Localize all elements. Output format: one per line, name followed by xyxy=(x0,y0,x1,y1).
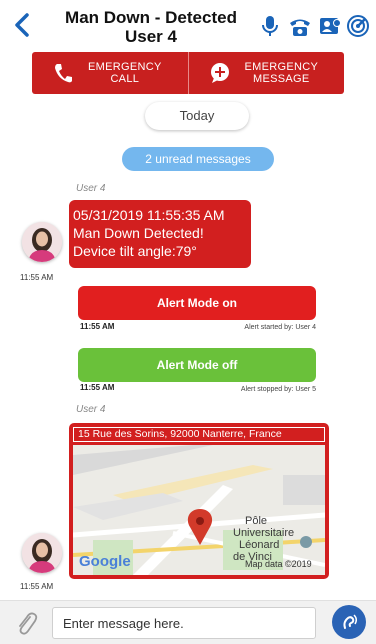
top-bar: Man Down - Detected User 4 xyxy=(0,0,376,50)
map-view[interactable]: Pôle Universitaire Léonard de Vinci Goog… xyxy=(73,445,325,575)
message-sender: User 4 xyxy=(76,183,106,194)
alert-mode-on-button[interactable]: Alert Mode on xyxy=(78,286,316,320)
radar-icon[interactable] xyxy=(346,14,370,38)
unread-banner[interactable]: 2 unread messages xyxy=(122,147,274,171)
alert-time: 11:55 AM xyxy=(80,383,115,392)
message-sender: User 4 xyxy=(76,404,106,415)
emergency-call-button[interactable]: EMERGENCY CALL xyxy=(32,52,188,94)
alert-note: Alert started by: User 4 xyxy=(244,324,316,331)
map-poi-line: Pôle xyxy=(245,515,268,527)
map-poi-line: Universitaire xyxy=(233,527,295,539)
microphone-icon[interactable] xyxy=(258,14,282,38)
emergency-message-line2: MESSAGE xyxy=(253,73,310,85)
map-poi-label: Pôle Universitaire Léonard de Vinci xyxy=(233,515,294,563)
back-chevron-icon[interactable] xyxy=(12,12,38,40)
emergency-message-label: EMERGENCY MESSAGE xyxy=(245,61,319,85)
title-line-2: User 4 xyxy=(125,27,177,46)
emergency-message-button[interactable]: EMERGENCY MESSAGE xyxy=(187,52,345,94)
paperclip-icon[interactable] xyxy=(14,609,38,637)
location-address: 15 Rue des Sorins, 92000 Nanterre, Franc… xyxy=(73,427,325,442)
map-attribution: Map data ©2019 xyxy=(245,559,312,569)
google-logo: Google xyxy=(79,553,131,570)
message-composer xyxy=(0,600,376,644)
conference-phone-icon[interactable] xyxy=(288,14,312,38)
location-message-card[interactable]: 15 Rue des Sorins, 92000 Nanterre, Franc… xyxy=(69,423,329,579)
phone-icon xyxy=(52,62,74,84)
message-time: 11:55 AM xyxy=(20,582,54,591)
message-input[interactable] xyxy=(52,607,316,639)
message-line: Man Down Detected! xyxy=(73,225,204,241)
emergency-message-line1: EMERGENCY xyxy=(244,61,319,73)
map-poi-line: Léonard xyxy=(239,539,280,551)
contact-card-icon[interactable] xyxy=(318,14,342,38)
emergency-call-line2: CALL xyxy=(110,73,140,85)
voice-icon[interactable] xyxy=(332,605,366,639)
avatar[interactable] xyxy=(22,222,62,262)
alert-time: 11:55 AM xyxy=(80,322,115,331)
message-line: 05/31/2019 11:55:35 AM xyxy=(73,207,225,223)
title-line-1: Man Down - Detected xyxy=(65,8,237,27)
avatar[interactable] xyxy=(22,533,62,573)
alert-mode-off-button[interactable]: Alert Mode off xyxy=(78,348,316,382)
message-line: Device tilt angle:79° xyxy=(73,243,197,259)
emergency-call-label: EMERGENCY CALL xyxy=(88,61,162,85)
message-plus-icon xyxy=(209,62,231,84)
message-time: 11:55 AM xyxy=(20,273,54,282)
page-title: Man Down - Detected User 4 xyxy=(56,8,246,46)
date-divider: Today xyxy=(145,102,249,130)
emergency-bar: EMERGENCY CALL EMERGENCY MESSAGE xyxy=(32,52,344,94)
message-bubble[interactable]: 05/31/2019 11:55:35 AM Man Down Detected… xyxy=(69,200,251,268)
emergency-call-line1: EMERGENCY xyxy=(88,61,162,73)
alert-note: Alert stopped by: User 5 xyxy=(240,386,316,393)
